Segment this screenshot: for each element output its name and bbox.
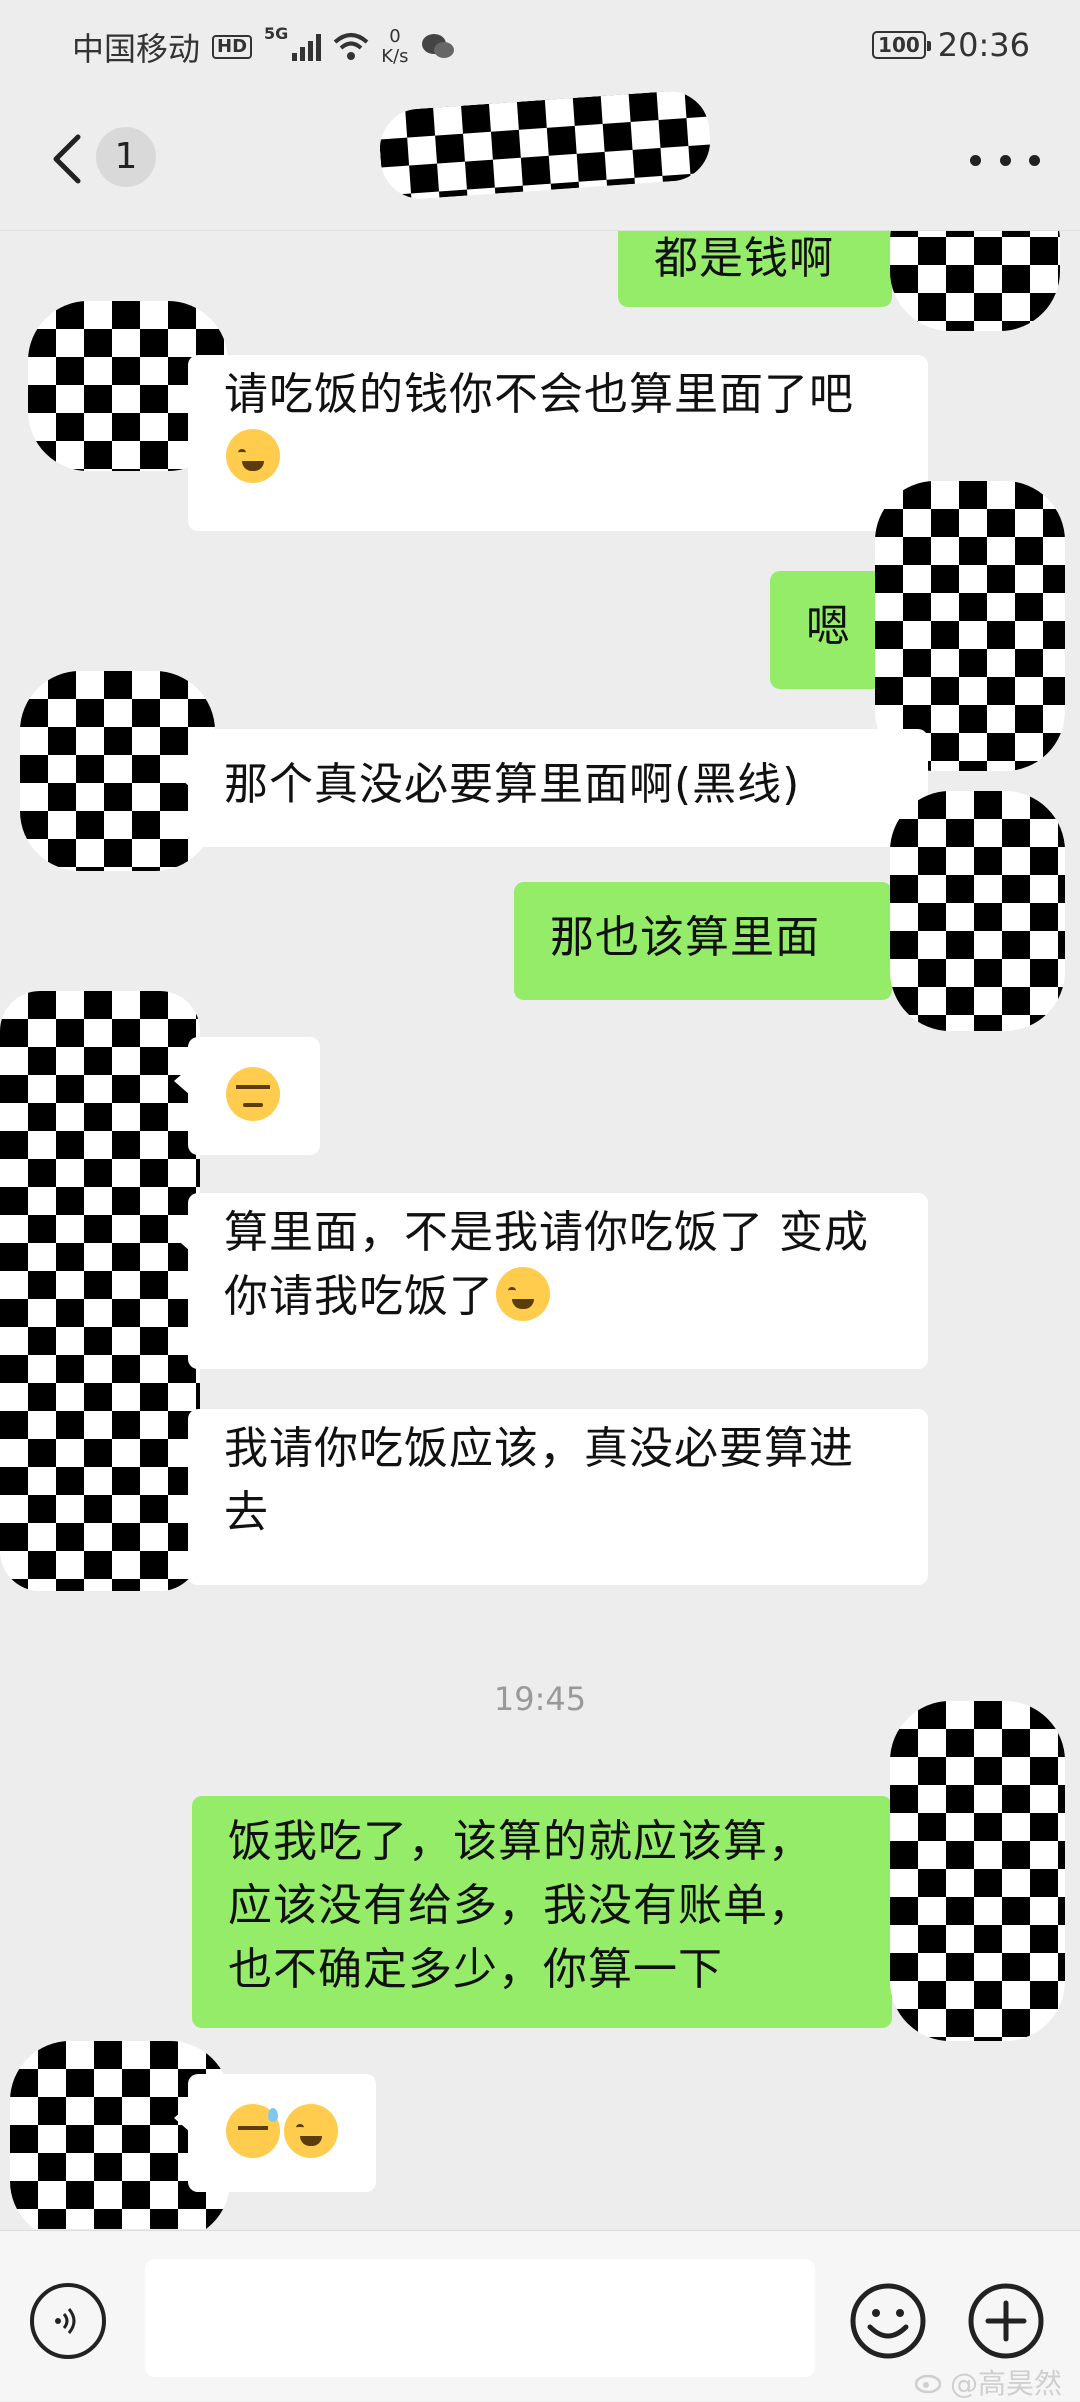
hd-icon: HD — [212, 35, 253, 59]
crying-face-emoji-icon — [496, 1267, 550, 1321]
speed-unit: K/s — [381, 46, 409, 67]
message-bubble-self[interactable]: 嗯 — [770, 571, 906, 689]
emoji-icon[interactable] — [848, 2281, 928, 2361]
status-right: 100 20:36 — [872, 26, 1030, 64]
message-list[interactable]: 都是钱啊 请吃饭的钱你不会也算里面了吧 嗯 那个真没必要算里面啊(黑线) 那也该… — [0, 231, 1080, 2229]
message-input[interactable] — [145, 2259, 815, 2377]
network-speed: 0 K/s — [381, 27, 408, 67]
plus-icon[interactable] — [966, 2281, 1046, 2361]
wechat-notification-icon — [421, 34, 454, 58]
wifi-icon — [333, 33, 369, 60]
carrier-name: 中国移动 — [72, 30, 201, 68]
unamused-face-emoji-icon — [226, 1067, 280, 1121]
self-avatar[interactable] — [890, 791, 1065, 1031]
unread-count-badge[interactable]: 1 — [96, 127, 156, 187]
voice-icon[interactable] — [30, 2283, 106, 2359]
self-avatar[interactable] — [890, 1701, 1065, 2041]
status-left: 中国移动 HD 5G 0 K/s — [72, 24, 455, 70]
weibo-logo-icon — [914, 2374, 942, 2394]
clock: 20:36 — [937, 26, 1030, 64]
message-bubble-contact[interactable] — [174, 1037, 320, 1155]
self-avatar[interactable] — [890, 231, 1060, 331]
message-bubble-contact[interactable] — [174, 2074, 376, 2192]
status-bar: 中国移动 HD 5G 0 K/s 100 20:36 — [0, 0, 1080, 95]
crying-face-emoji-icon — [226, 429, 280, 483]
message-bubble-contact[interactable]: 请吃饭的钱你不会也算里面了吧 — [174, 355, 928, 531]
message-bubble-contact[interactable]: 那个真没必要算里面啊(黑线) — [174, 729, 928, 847]
message-bubble-self[interactable]: 都是钱啊 — [618, 231, 906, 307]
back-arrow-icon[interactable] — [40, 129, 100, 189]
crying-face-emoji-icon — [284, 2104, 338, 2158]
battery-icon: 100 — [872, 31, 931, 59]
self-avatar[interactable] — [875, 481, 1065, 771]
more-options-icon[interactable] — [970, 135, 1040, 185]
message-bubble-contact[interactable]: 算里面，不是我请你吃饭了 变成你请我吃饭了 — [174, 1193, 928, 1369]
message-bubble-contact[interactable]: 我请你吃饭应该，真没必要算进去 — [174, 1409, 928, 1585]
network-type: 5G — [264, 24, 289, 43]
speed-value: 0 — [389, 26, 401, 47]
signal-icon — [292, 33, 322, 61]
message-bubble-self[interactable]: 饭我吃了，该算的就应该算，应该没有给多，我没有账单，也不确定多少，你算一下 — [192, 1796, 906, 2028]
sweat-face-emoji-icon — [226, 2104, 280, 2158]
message-bubble-self[interactable]: 那也该算里面 — [514, 882, 906, 1000]
watermark-text: @高昊然 — [949, 2367, 1062, 2400]
weibo-watermark: @高昊然 — [914, 2362, 1062, 2402]
contact-avatar[interactable] — [0, 991, 200, 1591]
